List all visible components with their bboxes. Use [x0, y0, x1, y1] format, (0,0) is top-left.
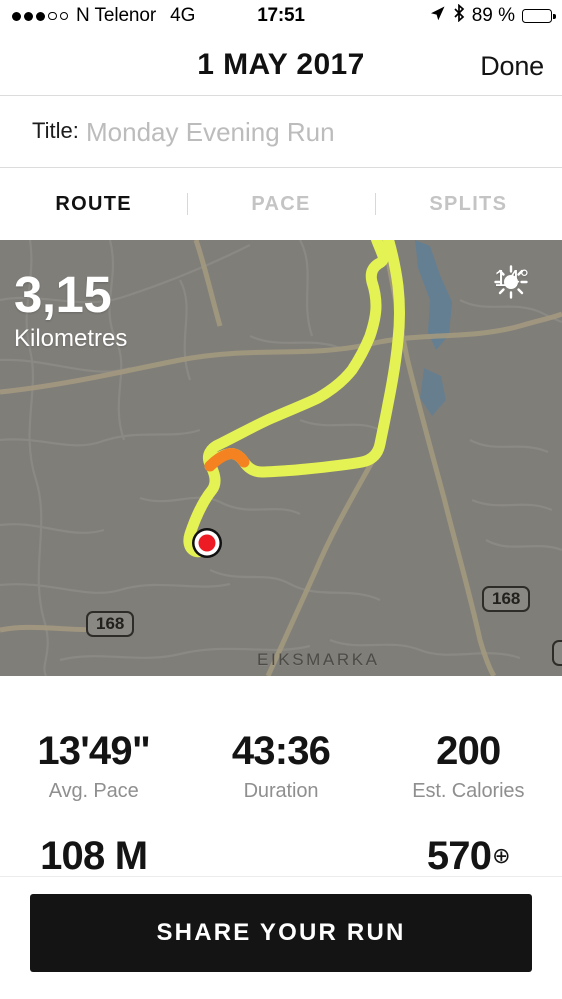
- bottom-action-bar: SHARE YOUR RUN: [0, 876, 562, 999]
- map-place-label-eiksmarka: EIKSMARKA: [257, 650, 380, 669]
- road-shield-168-left: 168: [86, 611, 135, 637]
- stat-value: 43:36: [231, 729, 331, 773]
- tab-separator: [375, 193, 376, 215]
- stat-value: 108 M: [40, 834, 148, 878]
- bluetooth-icon: [453, 3, 465, 28]
- road-shield-edge: 1: [552, 640, 562, 666]
- stat-elevation: 108 M: [0, 833, 187, 879]
- stat-spacer: [187, 833, 374, 879]
- stats-row-primary: 13'49" Avg. Pace 43:36 Duration 200 Est.…: [0, 676, 562, 803]
- stat-steps: 570⊕: [375, 833, 562, 879]
- distance-unit: Kilometres: [14, 325, 128, 352]
- title-label: Title:: [32, 118, 79, 143]
- tab-splits[interactable]: SPLITS: [375, 169, 562, 239]
- tab-bar: ROUTE PACE SPLITS: [0, 169, 562, 239]
- done-button[interactable]: Done: [480, 51, 544, 82]
- stat-label: Avg. Pace: [48, 780, 139, 802]
- title-row: Title:: [0, 97, 562, 168]
- tab-separator: [187, 193, 188, 215]
- stat-label: Duration: [243, 780, 319, 802]
- stat-duration: 43:36 Duration: [187, 728, 374, 803]
- stat-est-calories: 200 Est. Calories: [375, 728, 562, 803]
- stat-label: Est. Calories: [412, 780, 525, 802]
- stat-value-with-icon: 570⊕: [375, 833, 562, 879]
- title-input[interactable]: [86, 113, 526, 151]
- stat-value: 200: [436, 729, 501, 773]
- stat-value: 570: [426, 834, 492, 878]
- road-shield-168-right: 168: [482, 586, 531, 612]
- distance-readout: 3,15 Kilometres: [14, 266, 128, 354]
- weather-readout: 14°: [494, 265, 538, 299]
- page-title: 1 MAY 2017: [197, 48, 365, 81]
- distance-value: 3,15: [14, 266, 112, 323]
- tab-route[interactable]: ROUTE: [0, 169, 187, 239]
- battery-icon: [522, 9, 556, 23]
- route-map[interactable]: 3,15 Kilometres 14° 168 168 1 EIKSMARKA …: [0, 240, 562, 676]
- tab-pace[interactable]: PACE: [187, 169, 374, 239]
- stat-value: 13'49": [37, 729, 150, 773]
- stats-row-secondary: 108 M 570⊕: [0, 803, 562, 879]
- stat-avg-pace: 13'49" Avg. Pace: [0, 728, 187, 803]
- status-bar: N Telenor 4G 17:51 89 %: [0, 0, 562, 32]
- location-arrow-icon: [429, 5, 446, 28]
- status-bar-right: 89 %: [429, 3, 556, 28]
- stats-panel: 13'49" Avg. Pace 43:36 Duration 200 Est.…: [0, 676, 562, 879]
- circle-plus-icon: ⊕: [492, 843, 510, 868]
- share-your-run-button[interactable]: SHARE YOUR RUN: [30, 894, 532, 972]
- battery-percent-label: 89 %: [471, 5, 515, 26]
- navigation-bar: 1 MAY 2017 Done: [0, 32, 562, 96]
